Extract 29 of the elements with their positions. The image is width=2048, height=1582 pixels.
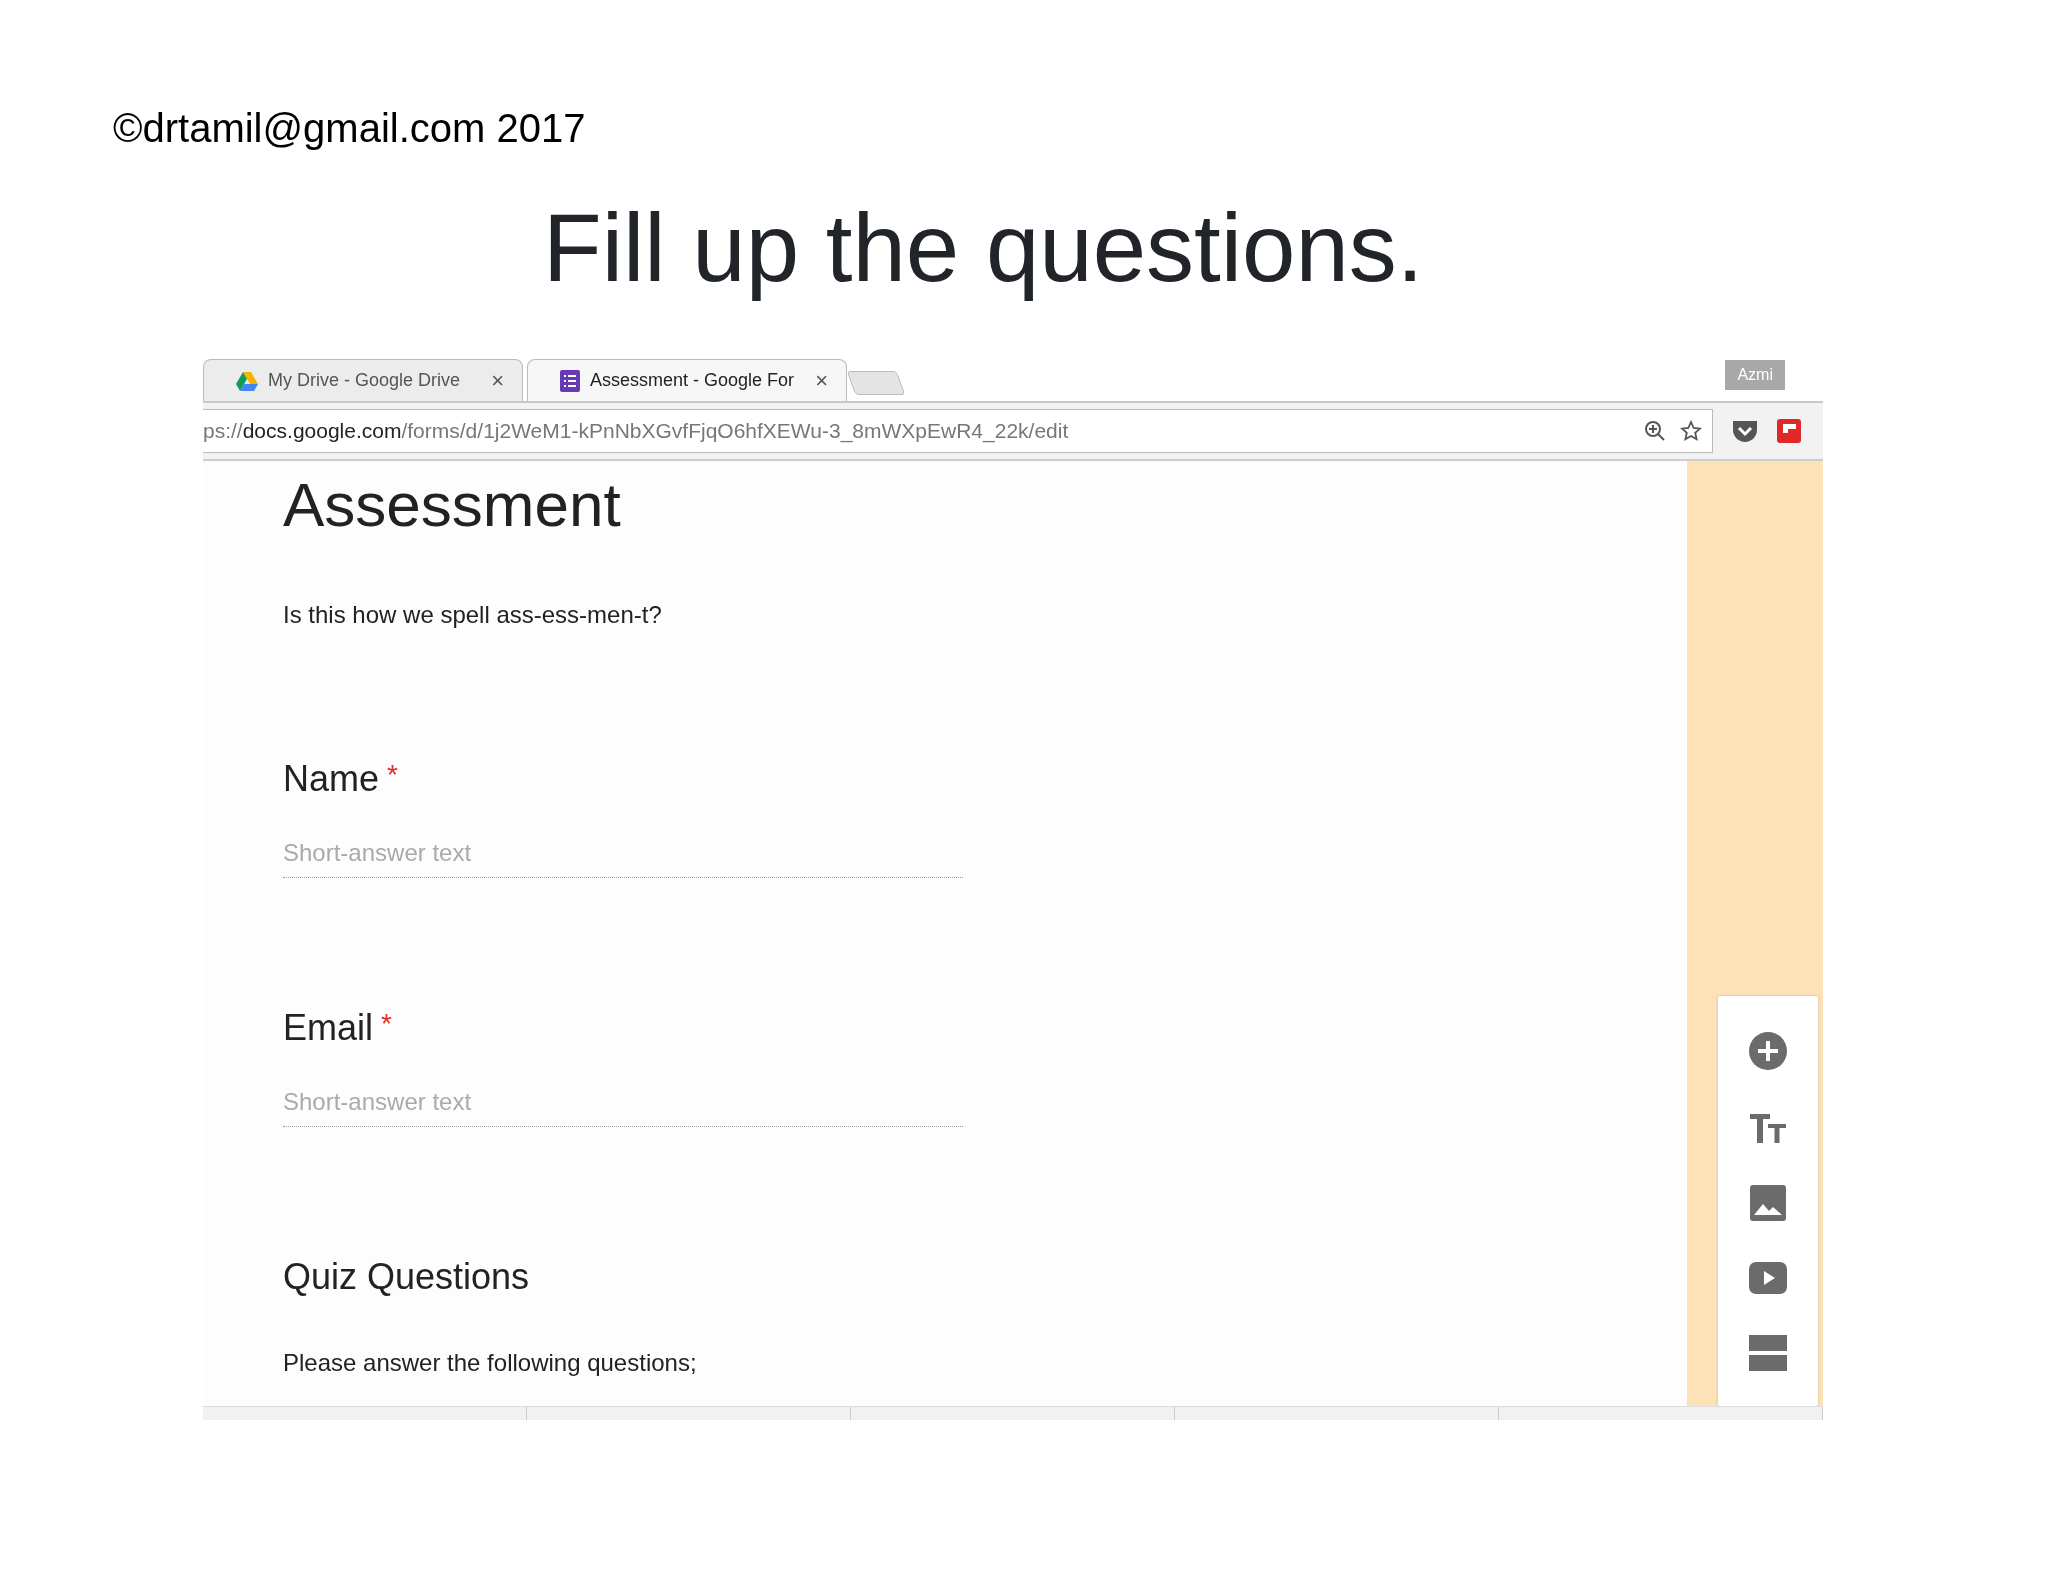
zoom-icon[interactable] [1644, 420, 1666, 442]
section-title: Quiz Questions [283, 1259, 531, 1296]
close-tab-button[interactable]: × [491, 369, 504, 392]
browser-tab[interactable]: My Drive - Google Drive × [203, 359, 523, 401]
slide-title: Fill up the questions. [543, 193, 1424, 303]
text-icon[interactable] [1749, 1111, 1787, 1144]
browser-tab[interactable]: Assessment - Google For × [527, 359, 847, 401]
address-bar[interactable]: ps://docs.google.com/forms/d/1j2WeM1-kPnNbXGvfFjqO6hfXEWu-3_8mWXpEwR4_22k/edit [203, 409, 1713, 453]
section-description: Please answer the following questions; [283, 1348, 698, 1379]
form-description: Is this how we spell ass-ess-men-t? [283, 600, 663, 631]
add-icon[interactable] [1748, 1030, 1788, 1071]
triangle-icon [236, 370, 258, 391]
question-title: Name [283, 761, 380, 798]
section-icon[interactable] [1749, 1335, 1787, 1372]
url-text: ps://docs.google.com/forms/d/1j2WeM1-kPnNbXGvfFjqO6hfXEWu-3_8mWXpEwR4_22k/edit [203, 418, 1070, 445]
copyright-text: ©drtamil@gmail.com 2017 [113, 108, 587, 148]
answer-field[interactable]: Short-answer text [283, 835, 963, 879]
required-mark: * [387, 761, 398, 793]
form-title: Assessment [283, 471, 622, 540]
required-mark: * [381, 1010, 392, 1042]
image-icon[interactable] [1750, 1184, 1786, 1221]
video-icon[interactable] [1749, 1262, 1787, 1295]
shield-icon[interactable] [1731, 418, 1759, 444]
question-title: Email [283, 1010, 374, 1047]
star-icon[interactable] [1680, 420, 1702, 442]
close-tab-button[interactable]: × [815, 369, 828, 392]
list-icon [560, 369, 580, 392]
answer-field[interactable]: Short-answer text [283, 1084, 963, 1128]
extension-icon[interactable] [1777, 419, 1801, 443]
